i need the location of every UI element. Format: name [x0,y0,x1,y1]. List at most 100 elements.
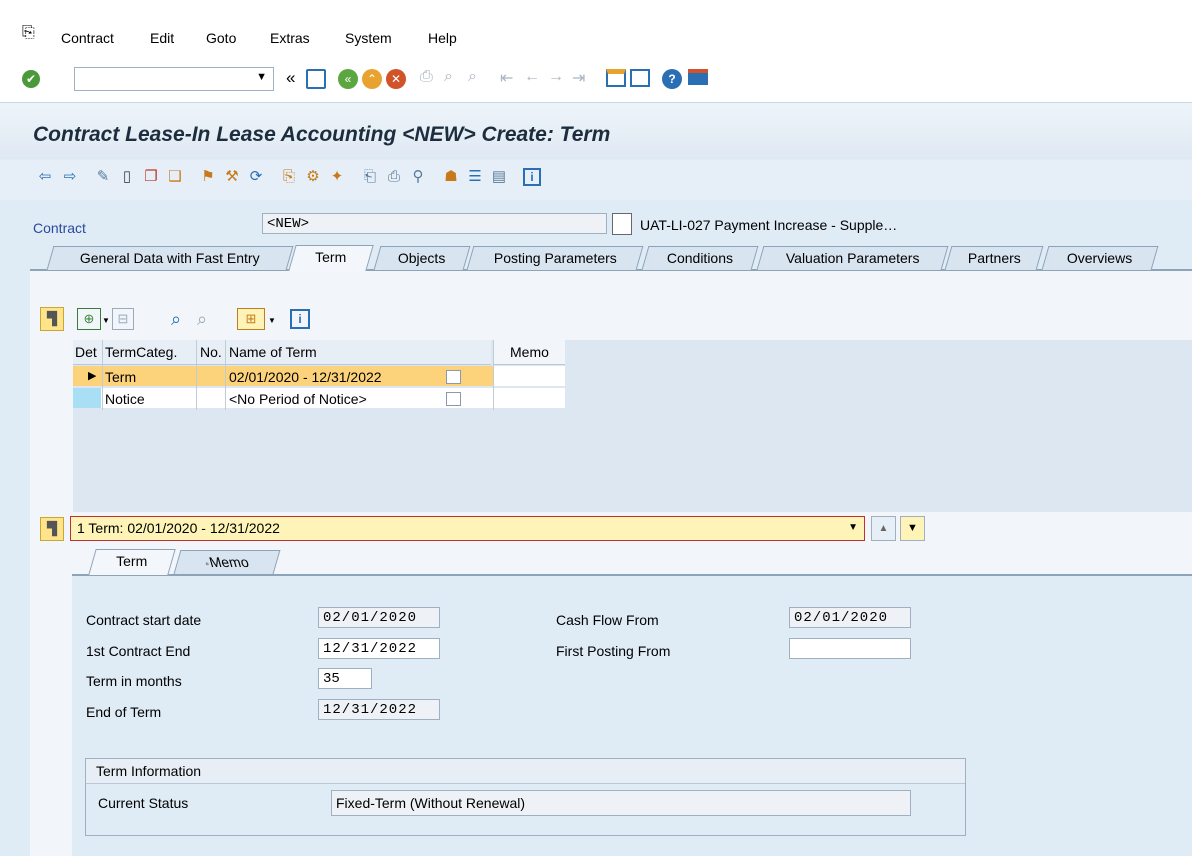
document-icon[interactable] [612,213,632,235]
check-icon[interactable]: ⚑ [198,166,218,186]
tab-posting-parameters[interactable]: Posting Parameters [466,246,644,270]
end-of-term-label: End of Term [86,704,162,720]
info-icon[interactable]: i [290,309,310,329]
arrow-left-icon[interactable]: ⇦ [35,166,55,186]
chevron-down-icon[interactable]: ▼ [848,522,858,533]
copy-icon[interactable]: ❐ [141,166,161,186]
end-of-term-field[interactable]: 12/31/2022 [318,699,440,720]
double-chevron-left-icon[interactable]: « [286,68,295,88]
subtab-memo[interactable]: ◦ Memo [173,550,281,574]
select-all-icon[interactable]: ▜ [40,307,64,331]
column-divider [225,340,226,410]
workflow-icon[interactable]: ⚲ [408,166,428,186]
first-contract-end-label: 1st Contract End [86,643,191,659]
menu-goto[interactable]: Goto [206,30,236,46]
tools-icon[interactable]: ✦ [327,166,347,186]
contract-start-date-label: Contract start date [86,612,202,628]
shortcut-icon[interactable] [630,69,650,87]
memo-checkbox[interactable] [446,392,461,406]
term-information-title: Term Information [96,763,202,779]
list-icon[interactable]: ☰ [465,166,485,186]
tab-term[interactable]: Term [288,245,374,271]
column-divider [102,340,103,410]
first-posting-from-field[interactable] [789,638,911,659]
term-in-months-field[interactable]: 35 [318,668,372,689]
contract-label: Contract [33,220,86,236]
find-icon: ⌕ [444,68,453,85]
term-selector-value: 1 Term: 02/01/2020 - 12/31/2022 [77,520,280,536]
other-object-icon[interactable]: ❑ [165,166,185,186]
hierarchy-icon[interactable]: ☗ [441,166,461,186]
refresh-icon[interactable]: ⟳ [246,166,266,186]
current-status-field[interactable]: Fixed-Term (Without Renewal) [331,790,911,816]
exit-icon[interactable]: ⌃ [362,69,382,89]
find-next-icon: ⌕ [468,68,477,85]
menu-edit[interactable]: Edit [150,30,174,46]
save-icon[interactable] [306,69,326,89]
simulation-icon[interactable]: ⚙ [303,166,323,186]
term-selector[interactable]: 1 Term: 02/01/2020 - 12/31/2022 ▼ [70,516,865,541]
help-icon[interactable]: ? [662,69,682,89]
contract-start-date-field[interactable]: 02/01/2020 [318,607,440,628]
chevron-down-icon[interactable]: ▼ [102,316,110,325]
tab-valuation-parameters[interactable]: Valuation Parameters [756,246,949,270]
first-posting-from-label: First Posting From [556,643,671,659]
arrow-right-icon[interactable]: ⇨ [60,166,80,186]
previous-page-icon: ← [524,68,540,85]
memo-checkbox[interactable] [446,370,461,384]
column-header-name: Name of Term [229,344,317,360]
next-term-button[interactable]: ▼ [900,516,925,541]
chevron-down-icon[interactable]: ▼ [268,316,276,325]
page-title: Contract Lease-In Lease Accounting <NEW>… [33,123,611,146]
cash-flow-from-field[interactable]: 02/01/2020 [789,607,911,628]
application-toolbar: ⇦ ⇨ ✎ ▯ ❐ ❑ ⚑ ⚒ ⟳ ⎘ ⚙ ✦ ⎗ ⎙ ⚲ ☗ ☰ ▤ i [0,160,1192,200]
customize-layout-icon[interactable] [688,69,708,85]
command-field[interactable]: ▼ [74,67,274,91]
term-in-months-label: Term in months [86,673,182,689]
tab-partners[interactable]: Partners [944,246,1044,270]
subtab-term[interactable]: Term [88,549,176,575]
chevron-down-icon[interactable]: ▼ [256,71,267,83]
enter-icon[interactable]: ✔ [22,70,40,88]
search-icon[interactable]: ⌕ [164,308,188,330]
tab-objects[interactable]: Objects [373,246,471,270]
wand-icon[interactable]: ⚒ [222,166,242,186]
column-header-no: No. [200,344,222,360]
previous-term-button[interactable]: ▲ [871,516,896,541]
menu-system[interactable]: System [345,30,392,46]
term-information-group: Term Information Current Status Fixed-Te… [85,758,966,836]
insert-row-icon[interactable]: ⊕ [77,308,101,330]
display-change-icon[interactable]: ✎ [93,166,113,186]
tab-overviews[interactable]: Overviews [1041,246,1159,270]
cancel-icon[interactable]: ✕ [386,69,406,89]
first-contract-end-field[interactable]: 12/31/2022 [318,638,440,659]
contract-description: UAT-LI-027 Payment Increase - Supple… [640,217,898,233]
term-information-header [86,759,965,784]
info-icon[interactable]: i [523,168,541,186]
terms-table: Det TermCateg. No. Name of Term Memo ▶ T… [73,340,1192,512]
cash-flow-from-label: Cash Flow From [556,612,659,628]
table-icon[interactable]: ▤ [489,166,509,186]
column-header-det: Det [75,344,97,360]
printer-icon[interactable]: ⎙ [384,166,404,186]
contract-number-field[interactable]: <NEW> [262,213,607,234]
last-page-icon: ⇥ [572,70,586,87]
new-session-icon[interactable] [606,69,626,87]
layout-icon[interactable]: ⊞ [237,308,265,330]
delete-row-icon: ⊟ [112,308,134,330]
search-next-icon: ⌕ [196,309,208,329]
back-icon[interactable]: « [338,69,358,89]
documents-icon[interactable]: ⎘ [279,166,299,186]
menu-help[interactable]: Help [428,30,457,46]
column-header-memo: Memo [510,344,549,360]
term-category-cell: Notice [105,391,145,407]
tab-general-data[interactable]: General Data with Fast Entry [46,246,294,270]
tab-conditions[interactable]: Conditions [641,246,759,270]
menu-contract[interactable]: Contract [61,30,114,46]
attachments-icon[interactable]: ⎗ [360,166,380,186]
select-term-icon[interactable]: ▜ [40,517,64,541]
menu-icon[interactable]: ⎘ [22,24,35,42]
column-divider [196,340,197,410]
create-icon[interactable]: ▯ [117,166,137,186]
menu-extras[interactable]: Extras [270,30,310,46]
